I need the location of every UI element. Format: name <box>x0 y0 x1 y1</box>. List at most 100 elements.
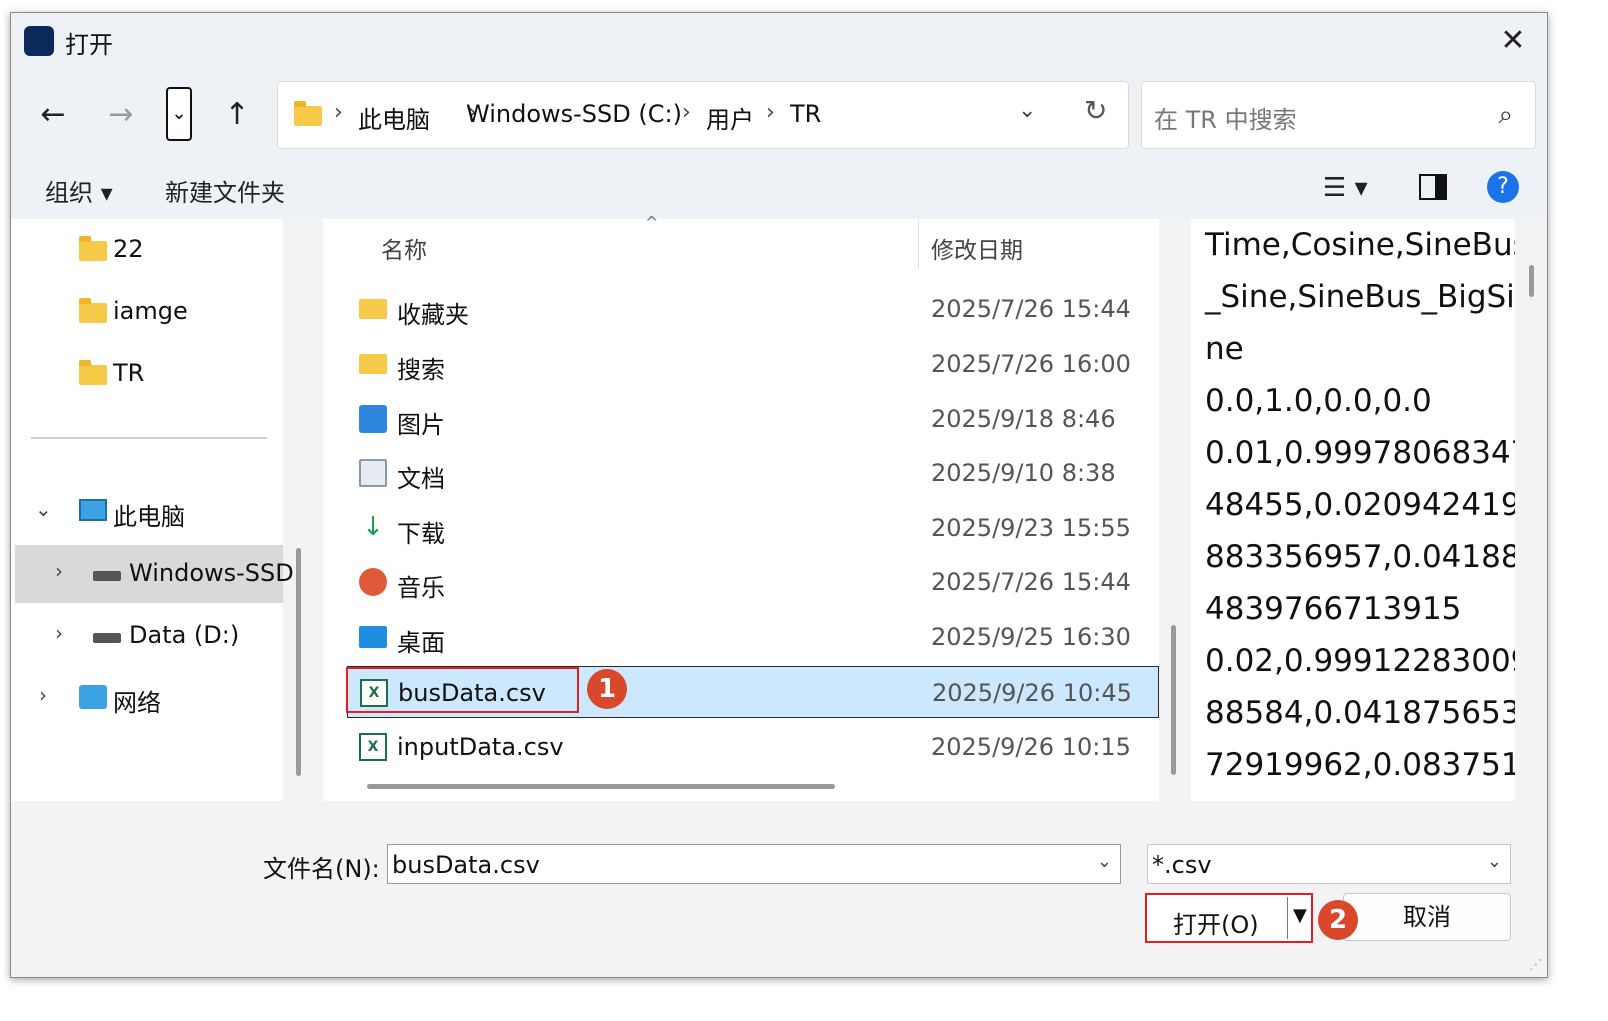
open-button[interactable]: 打开(O) ▼ <box>1145 893 1313 943</box>
back-arrow-icon[interactable]: ← <box>29 91 77 139</box>
navigation-bar: ← → ⌄ ↑ › 此电脑 › Windows-SSD (C:) › 用户 › … <box>11 69 1547 159</box>
chevron-right-icon[interactable]: › <box>39 683 47 707</box>
nav-item-label: TR <box>113 359 145 387</box>
cancel-button[interactable]: 取消 <box>1343 893 1511 941</box>
nav-item-label: Data (D:) <box>129 621 240 649</box>
chevron-down-icon[interactable]: ⌄ <box>1018 98 1036 123</box>
preview-scrollbar[interactable] <box>1529 265 1534 297</box>
forward-arrow-icon[interactable]: → <box>97 91 145 139</box>
file-row[interactable]: ↓ 下载 2025/9/23 15:55 <box>347 502 1159 554</box>
resize-grip-icon[interactable]: ⋰ <box>1529 957 1543 973</box>
breadcrumb-drive-c[interactable]: Windows-SSD (C:) <box>466 100 682 128</box>
network-icon <box>79 685 107 709</box>
chevron-right-icon[interactable]: › <box>55 621 63 645</box>
chevron-right-icon[interactable]: › <box>55 559 63 583</box>
file-row[interactable]: 文档 2025/9/10 8:38 <box>347 447 1159 499</box>
column-divider[interactable] <box>918 219 919 269</box>
sort-ascending-icon: ^ <box>645 213 659 232</box>
nav-item-windows-ssd[interactable]: › Windows-SSD <box>15 545 294 603</box>
up-arrow-icon[interactable]: ↑ <box>213 91 261 139</box>
filetype-value: *.csv <box>1152 851 1212 879</box>
organize-button[interactable]: 组织 ▾ <box>45 173 113 208</box>
desktop-icon <box>359 626 387 648</box>
close-button[interactable]: ✕ <box>1493 21 1533 61</box>
breadcrumb-separator: › <box>334 100 343 125</box>
file-list: ^ 名称 修改日期 收藏夹 2025/7/26 15:44 搜索 2025/7/… <box>323 213 1159 801</box>
breadcrumb-users[interactable]: 用户 <box>706 100 754 135</box>
view-options-icon[interactable]: ☰ ▾ <box>1323 173 1368 203</box>
preview-line: 0.01,0.99978068347 <box>1205 435 1515 471</box>
new-folder-button[interactable]: 新建文件夹 <box>165 173 285 208</box>
column-header-name[interactable]: 名称 <box>381 231 427 265</box>
drive-icon <box>93 633 121 643</box>
nav-item-network[interactable]: › 网络 <box>11 669 283 727</box>
filetype-select[interactable]: *.csv ⌄ <box>1147 844 1511 884</box>
filename-input[interactable]: busData.csv ⌄ <box>387 844 1121 884</box>
preview-line: 883356957,0.04188 <box>1205 539 1515 575</box>
navigation-pane: 22 iamge TR ⌄ 此电脑 › Windows-SSD › Data (… <box>11 219 294 801</box>
folder-icon <box>294 101 322 126</box>
window-title: 打开 <box>65 31 113 59</box>
split-divider <box>1287 897 1288 939</box>
filename-label: 文件名(N): <box>263 855 380 883</box>
preview-line: 4839766713915 <box>1205 591 1462 627</box>
file-name: 收藏夹 <box>397 301 469 329</box>
file-date: 2025/9/26 10:45 <box>932 679 1132 707</box>
file-name: inputData.csv <box>397 733 564 761</box>
file-row[interactable]: 搜索 2025/7/26 16:00 <box>347 338 1159 390</box>
file-row[interactable]: 图片 2025/9/18 8:46 <box>347 393 1159 445</box>
chevron-down-icon[interactable]: ⌄ <box>1097 851 1112 872</box>
nav-item-folder-iamge[interactable]: iamge <box>11 283 283 341</box>
file-list-scrollbar[interactable] <box>1171 625 1176 775</box>
folder-icon <box>359 299 387 319</box>
recent-locations-button[interactable]: ⌄ <box>166 87 192 141</box>
file-date: 2025/9/25 16:30 <box>931 623 1131 651</box>
step-1-badge: 1 <box>587 669 627 709</box>
chevron-down-icon[interactable]: ⌄ <box>1487 851 1502 872</box>
filename-value: busData.csv <box>392 851 540 879</box>
file-row[interactable]: X inputData.csv 2025/9/26 10:15 <box>347 721 1159 773</box>
nav-item-data-d[interactable]: › Data (D:) <box>11 607 283 665</box>
preview-line: _Sine,SineBus_BigSi <box>1205 279 1515 315</box>
nav-item-label: Windows-SSD <box>129 559 294 587</box>
nav-item-this-pc[interactable]: ⌄ 此电脑 <box>11 483 283 541</box>
file-name: 音乐 <box>397 574 445 602</box>
preview-pane-icon[interactable] <box>1419 174 1447 200</box>
open-button-label: 打开(O) <box>1173 911 1259 939</box>
help-icon[interactable]: ? <box>1487 171 1519 203</box>
file-row[interactable]: 音乐 2025/7/26 15:44 <box>347 556 1159 608</box>
file-date: 2025/9/23 15:55 <box>931 514 1131 542</box>
nav-item-label: 此电脑 <box>113 503 185 531</box>
navigation-scrollbar[interactable] <box>296 548 301 776</box>
file-row[interactable]: 收藏夹 2025/7/26 15:44 <box>347 283 1159 335</box>
address-bar[interactable]: › 此电脑 › Windows-SSD (C:) › 用户 › TR ⌄ ↻ <box>277 81 1129 149</box>
command-bar: 组织 ▾ 新建文件夹 ☰ ▾ ? <box>11 159 1547 219</box>
breadcrumb-tr[interactable]: TR <box>790 100 821 128</box>
file-name: 文档 <box>397 465 445 493</box>
search-input[interactable]: 在 TR 中搜索 ⌕ <box>1141 81 1536 149</box>
drive-icon <box>93 571 121 581</box>
file-row[interactable]: 桌面 2025/9/25 16:30 <box>347 611 1159 663</box>
title-bar: 打开 ✕ <box>11 13 1547 69</box>
chevron-down-icon[interactable]: ⌄ <box>35 497 52 521</box>
file-date: 2025/7/26 16:00 <box>931 350 1131 378</box>
file-date: 2025/9/10 8:38 <box>931 459 1116 487</box>
file-name: 图片 <box>397 411 445 439</box>
nav-item-folder-tr[interactable]: TR <box>11 345 283 403</box>
nav-item-label: 22 <box>113 235 144 263</box>
search-icon[interactable]: ⌕ <box>1498 100 1513 131</box>
file-date: 2025/7/26 15:44 <box>931 295 1131 323</box>
dropdown-arrow-icon[interactable]: ▼ <box>1293 905 1307 926</box>
preview-line: 0.02,0.99912283009 <box>1205 643 1515 679</box>
file-date: 2025/9/26 10:15 <box>931 733 1131 761</box>
refresh-icon[interactable]: ↻ <box>1084 94 1107 127</box>
column-header-modified[interactable]: 修改日期 <box>931 231 1023 265</box>
preview-line: Time,Cosine,SineBus <box>1205 227 1515 263</box>
breadcrumb-this-pc[interactable]: 此电脑 <box>358 100 430 135</box>
breadcrumb-separator: › <box>682 100 691 125</box>
file-date: 2025/9/18 8:46 <box>931 405 1116 433</box>
pictures-icon <box>359 405 387 433</box>
preview-line: 88584,0.041875653 <box>1205 695 1515 731</box>
horizontal-scrollbar[interactable] <box>367 784 835 789</box>
nav-item-folder-22[interactable]: 22 <box>11 221 283 279</box>
